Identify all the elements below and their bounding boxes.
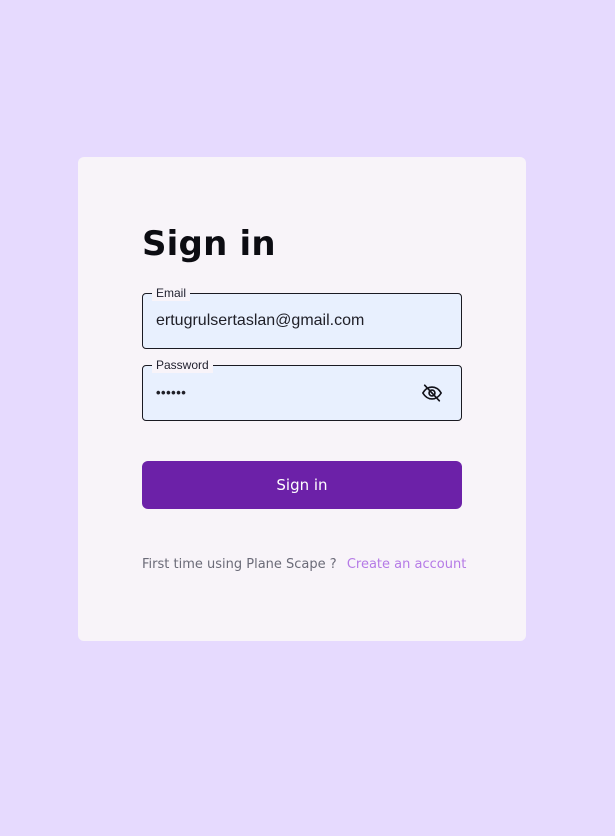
page-title: Sign in [142, 224, 276, 264]
sign-in-button[interactable]: Sign in [142, 461, 462, 509]
page-background: Sign in Email ertugrulsertaslan@gmail.co… [0, 0, 615, 836]
password-input[interactable]: •••••• [156, 366, 186, 420]
signin-card: Sign in Email ertugrulsertaslan@gmail.co… [78, 157, 526, 641]
email-input[interactable]: ertugrulsertaslan@gmail.com [156, 294, 364, 348]
signup-prompt-text: First time using Plane Scape ? [142, 557, 337, 572]
eye-off-icon[interactable] [421, 382, 443, 404]
signup-prompt: First time using Plane Scape ? Create an… [142, 557, 466, 572]
password-field[interactable]: Password •••••• [142, 357, 462, 421]
create-account-link[interactable]: Create an account [347, 557, 466, 572]
email-field[interactable]: Email ertugrulsertaslan@gmail.com [142, 285, 462, 349]
